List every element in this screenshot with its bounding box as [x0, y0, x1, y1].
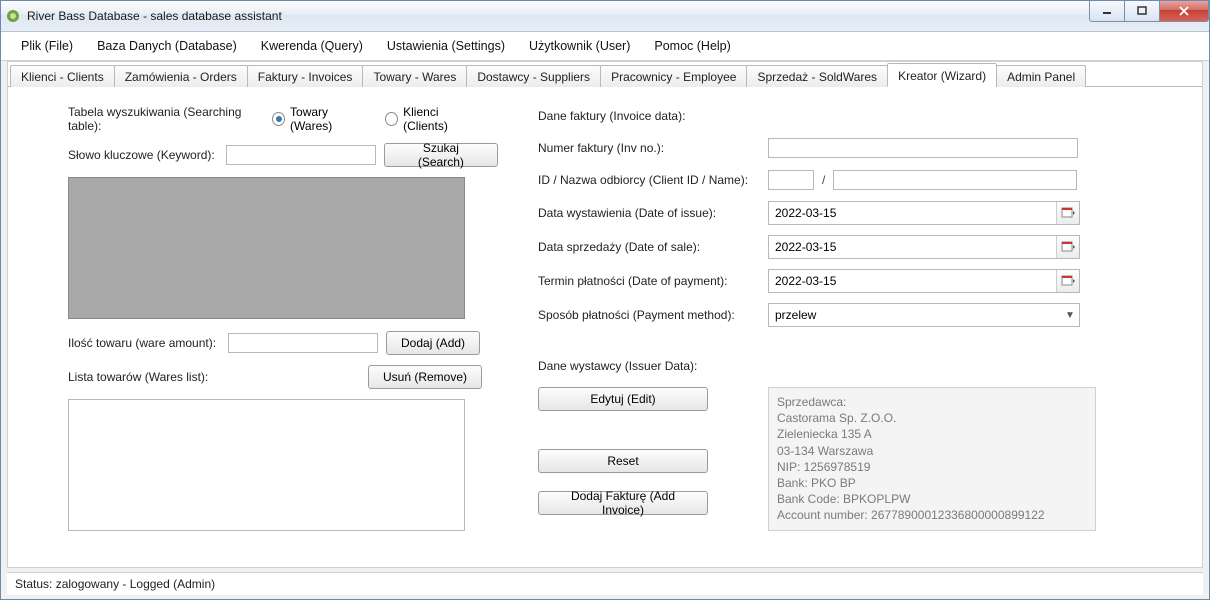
- close-button[interactable]: [1159, 1, 1209, 22]
- menu-database[interactable]: Baza Danych (Database): [85, 35, 249, 57]
- client-id-label: ID / Nazwa odbiorcy (Client ID / Name):: [538, 173, 768, 187]
- payment-method-value: przelew: [769, 308, 1061, 322]
- minimize-button[interactable]: [1089, 1, 1125, 22]
- date-issue-label: Data wystawienia (Date of issue):: [538, 206, 768, 220]
- issuer-line: Bank Code: BPKOPLPW: [777, 491, 1087, 507]
- menu-bar: Plik (File) Baza Danych (Database) Kwere…: [1, 32, 1209, 61]
- date-payment-picker[interactable]: 2022-03-15: [768, 269, 1080, 293]
- date-payment-value: 2022-03-15: [769, 274, 1056, 288]
- payment-method-select[interactable]: przelew ▼: [768, 303, 1080, 327]
- tab-invoices[interactable]: Faktury - Invoices: [247, 65, 364, 87]
- client-area: Klienci - Clients Zamówienia - Orders Fa…: [7, 61, 1203, 568]
- wares-list-label: Lista towarów (Wares list):: [68, 370, 368, 384]
- payment-method-label: Sposób płatności (Payment method):: [538, 308, 768, 322]
- ware-amount-label: Ilość towaru (ware amount):: [68, 336, 228, 350]
- tab-orders[interactable]: Zamówienia - Orders: [114, 65, 248, 87]
- date-issue-picker[interactable]: 2022-03-15: [768, 201, 1080, 225]
- search-results-box[interactable]: [68, 177, 465, 319]
- tab-wizard[interactable]: Kreator (Wizard): [887, 63, 997, 87]
- date-payment-label: Termin płatności (Date of payment):: [538, 274, 768, 288]
- menu-file[interactable]: Plik (File): [9, 35, 85, 57]
- keyword-label: Słowo kluczowe (Keyword):: [68, 148, 226, 162]
- radio-wares-label: Towary (Wares): [290, 105, 367, 133]
- issuer-data-box: Sprzedawca: Castorama Sp. Z.O.O. Zieleni…: [768, 387, 1096, 531]
- calendar-icon[interactable]: [1056, 236, 1079, 258]
- tab-employee[interactable]: Pracownicy - Employee: [600, 65, 747, 87]
- menu-user[interactable]: Użytkownik (User): [517, 35, 642, 57]
- date-sale-value: 2022-03-15: [769, 240, 1056, 254]
- tab-clients[interactable]: Klienci - Clients: [10, 65, 115, 87]
- issuer-label: Dane wystawcy (Issuer Data):: [538, 359, 768, 373]
- tab-soldwares[interactable]: Sprzedaż - SoldWares: [746, 65, 888, 87]
- menu-help[interactable]: Pomoc (Help): [642, 35, 742, 57]
- radio-clients[interactable]: Klienci (Clients): [385, 105, 480, 133]
- date-issue-value: 2022-03-15: [769, 206, 1056, 220]
- tab-suppliers[interactable]: Dostawcy - Suppliers: [466, 65, 601, 87]
- wizard-panel: Tabela wyszukiwania (Searching table): T…: [8, 87, 1202, 567]
- date-sale-label: Data sprzedaży (Date of sale):: [538, 240, 768, 254]
- title-bar: River Bass Database - sales database ass…: [1, 1, 1209, 32]
- reset-button[interactable]: Reset: [538, 449, 708, 473]
- chevron-down-icon: ▼: [1061, 310, 1079, 321]
- issuer-line: Bank: PKO BP: [777, 475, 1087, 491]
- tab-admin[interactable]: Admin Panel: [996, 65, 1086, 87]
- issuer-line: Zieleniecka 135 A: [777, 426, 1087, 442]
- calendar-icon[interactable]: [1056, 270, 1079, 292]
- status-text: Status: zalogowany - Logged (Admin): [15, 577, 215, 591]
- add-button[interactable]: Dodaj (Add): [386, 331, 480, 355]
- invoice-data-label: Dane faktury (Invoice data):: [538, 109, 768, 123]
- remove-button[interactable]: Usuń (Remove): [368, 365, 482, 389]
- search-table-label: Tabela wyszukiwania (Searching table):: [68, 105, 272, 133]
- calendar-icon[interactable]: [1056, 202, 1079, 224]
- issuer-line: Account number: 267789000123368000008991…: [777, 507, 1087, 523]
- edit-button[interactable]: Edytuj (Edit): [538, 387, 708, 411]
- inv-no-input[interactable]: [768, 138, 1078, 158]
- ware-amount-input[interactable]: [228, 333, 378, 353]
- slash-separator: /: [822, 173, 825, 187]
- add-invoice-button[interactable]: Dodaj Fakturę (Add Invoice): [538, 491, 708, 515]
- date-sale-picker[interactable]: 2022-03-15: [768, 235, 1080, 259]
- window-controls: [1090, 1, 1209, 22]
- inv-no-label: Numer faktury (Inv no.):: [538, 141, 768, 155]
- search-button[interactable]: Szukaj (Search): [384, 143, 498, 167]
- search-section: Tabela wyszukiwania (Searching table): T…: [68, 105, 498, 541]
- app-window: River Bass Database - sales database ass…: [0, 0, 1210, 600]
- keyword-input[interactable]: [226, 145, 376, 165]
- menu-settings[interactable]: Ustawienia (Settings): [375, 35, 517, 57]
- tab-strip: Klienci - Clients Zamówienia - Orders Fa…: [8, 62, 1202, 87]
- client-id-input[interactable]: [768, 170, 814, 190]
- issuer-line: Castorama Sp. Z.O.O.: [777, 410, 1087, 426]
- issuer-line: 03-134 Warszawa: [777, 443, 1087, 459]
- issuer-line: Sprzedawca:: [777, 394, 1087, 410]
- radio-wares[interactable]: Towary (Wares): [272, 105, 367, 133]
- client-name-input[interactable]: [833, 170, 1077, 190]
- app-icon: [5, 8, 21, 24]
- wares-list-box[interactable]: [68, 399, 465, 531]
- invoice-section: Dane faktury (Invoice data): Numer faktu…: [538, 105, 1180, 541]
- radio-clients-label: Klienci (Clients): [403, 105, 480, 133]
- tab-wares[interactable]: Towary - Wares: [362, 65, 467, 87]
- window-title: River Bass Database - sales database ass…: [27, 9, 1205, 23]
- issuer-line: NIP: 1256978519: [777, 459, 1087, 475]
- status-bar: Status: zalogowany - Logged (Admin): [7, 572, 1203, 595]
- maximize-button[interactable]: [1124, 1, 1160, 22]
- menu-query[interactable]: Kwerenda (Query): [249, 35, 375, 57]
